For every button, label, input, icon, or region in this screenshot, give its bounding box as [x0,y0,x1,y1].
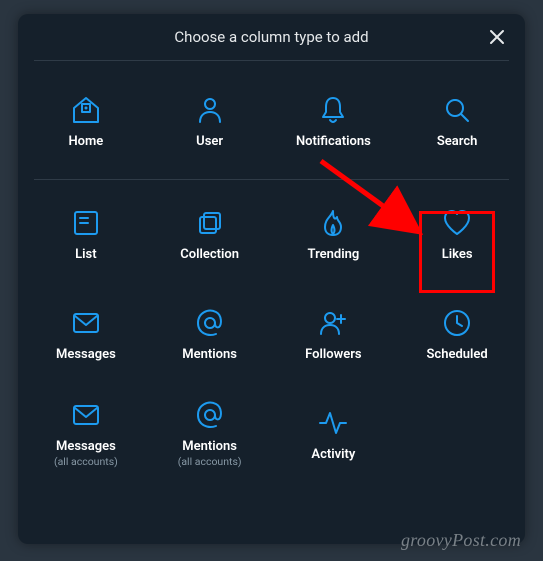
column-option-notifications[interactable]: Notifications [272,67,396,175]
column-option-label: Collection [180,248,239,263]
envelope-icon [69,398,103,432]
column-option-trending[interactable]: Trending [272,184,396,284]
envelope-icon [69,306,103,340]
column-option-label: Search [437,135,478,150]
column-option-label: Trending [308,248,360,263]
close-button[interactable] [485,25,509,49]
column-option-likes[interactable]: Likes [395,184,519,284]
column-option-label: Mentions [182,348,237,363]
column-option-home[interactable]: Home [24,67,148,175]
search-icon [440,93,474,127]
column-option-label: Activity [311,448,355,463]
modal-title: Choose a column type to add [174,28,368,46]
column-option-sublabel: (all accounts) [54,455,118,468]
column-option-label: User [196,135,223,150]
column-option-scheduled[interactable]: Scheduled [395,284,519,384]
heart-icon [440,206,474,240]
column-option-mentions-all[interactable]: Mentions (all accounts) [148,384,272,484]
column-option-label: Mentions (all accounts) [178,440,242,470]
column-option-messages-all[interactable]: Messages (all accounts) [24,384,148,484]
clock-icon [440,306,474,340]
column-option-label: Messages [56,348,116,363]
column-option-messages[interactable]: Messages [24,284,148,384]
modal-header: Choose a column type to add [34,14,509,61]
list-icon [69,206,103,240]
add-column-modal: Choose a column type to add Home User No… [18,14,525,544]
column-option-sublabel: (all accounts) [178,455,242,468]
empty-cell [395,384,519,484]
at-icon [193,398,227,432]
column-option-label: Scheduled [427,348,488,363]
column-option-user[interactable]: User [148,67,272,175]
column-option-label: Home [68,135,103,150]
column-type-grid: Home User Notifications Search [18,61,525,484]
column-option-activity[interactable]: Activity [272,384,396,484]
column-option-mentions[interactable]: Mentions [148,284,272,384]
column-option-list[interactable]: List [24,184,148,284]
home-icon [69,93,103,127]
column-option-label: Likes [442,248,473,263]
column-option-label: Followers [305,348,361,363]
column-option-search[interactable]: Search [395,67,519,175]
column-option-followers[interactable]: Followers [272,284,396,384]
grid-divider [34,179,509,180]
close-icon [489,29,505,45]
column-option-label: Messages (all accounts) [54,440,118,470]
collection-icon [193,206,227,240]
followers-icon [316,306,350,340]
column-option-collection[interactable]: Collection [148,184,272,284]
column-option-label: Notifications [296,135,371,150]
bell-icon [316,93,350,127]
user-icon [193,93,227,127]
flame-icon [316,206,350,240]
column-option-label: List [75,248,96,263]
at-icon [193,306,227,340]
activity-icon [316,406,350,440]
